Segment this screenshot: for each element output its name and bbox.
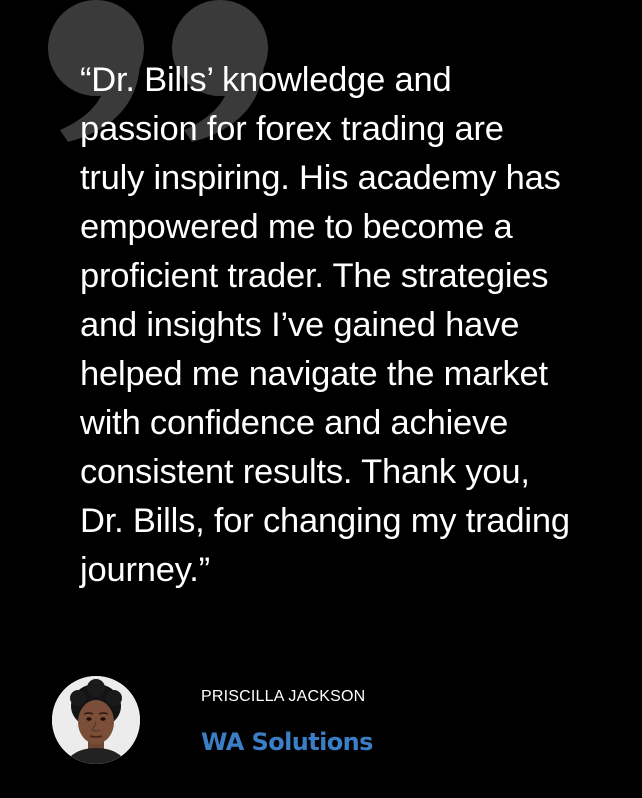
author-avatar: [52, 676, 140, 764]
testimonial-card: “Dr. Bills’ knowledge and passion for fo…: [0, 0, 642, 798]
author-name: PRISCILLA JACKSON: [201, 688, 366, 705]
person-photo-icon: [52, 676, 140, 764]
testimonial-quote: “Dr. Bills’ knowledge and passion for fo…: [80, 61, 570, 589]
company-name: WA Solutions: [201, 728, 373, 756]
